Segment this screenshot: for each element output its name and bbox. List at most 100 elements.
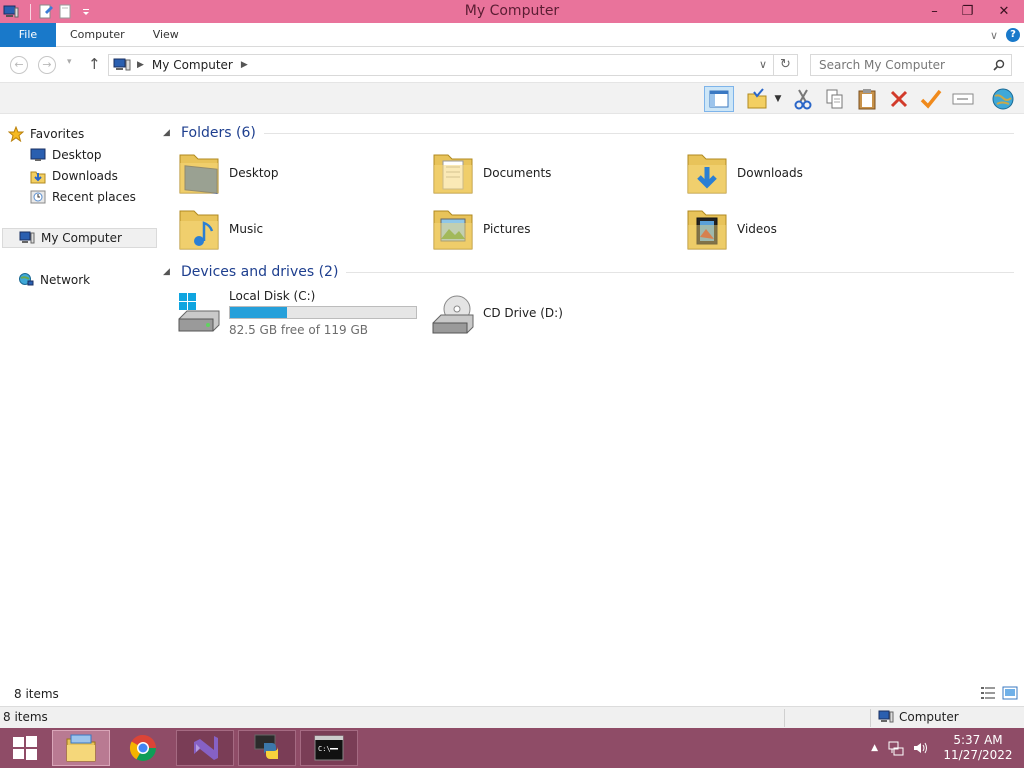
sidebar-item-favorites[interactable]: Favorites [8, 124, 84, 144]
copy-button[interactable] [822, 86, 848, 112]
svg-text:C:\: C:\ [318, 745, 331, 753]
recent-locations-icon[interactable]: ▾ [67, 57, 72, 67]
show-hidden-icons-icon[interactable]: ▲ [871, 743, 878, 753]
delete-button[interactable] [886, 86, 912, 112]
sidebar-item-label: Desktop [52, 148, 102, 162]
tab-file[interactable]: File [0, 22, 56, 47]
sidebar-item-network[interactable]: Network [18, 270, 90, 290]
folder-tile-music[interactable]: Music [177, 203, 417, 255]
pictures-folder-icon [433, 210, 473, 250]
collapse-triangle-icon[interactable]: ◢ [163, 128, 181, 138]
details-status-bar: 8 items [0, 684, 1024, 706]
hard-disk-icon [178, 293, 220, 332]
file-explorer-icon [66, 734, 96, 762]
drive-tile-c[interactable]: Local Disk (C:) 82.5 GB free of 119 GB [177, 287, 427, 339]
folders-group-header[interactable]: ◢ Folders (6) [163, 123, 1014, 143]
network-icon [18, 272, 34, 288]
accept-button[interactable] [918, 86, 944, 112]
cut-button[interactable] [790, 86, 816, 112]
toolbar-dropdown-icon[interactable]: ▼ [770, 86, 786, 112]
address-dropdown-icon[interactable]: ∨ [759, 58, 767, 71]
windows-logo-icon [13, 736, 37, 760]
tile-label: Documents [483, 166, 552, 180]
chrome-icon [129, 734, 157, 762]
details-view-icon[interactable] [980, 686, 996, 703]
cd-drive-icon [432, 295, 474, 334]
rename-button[interactable] [950, 86, 976, 112]
properties-toolbar-button[interactable] [744, 86, 770, 112]
navigation-pane: Favorites Desktop Downloads Recent place… [0, 115, 160, 705]
up-arrow-icon[interactable]: ↑ [88, 55, 101, 73]
start-button[interactable] [0, 730, 50, 766]
volume-icon[interactable] [912, 740, 928, 756]
taskbar: C:\ ▲ 5:37 AM 11/27/2022 [0, 728, 1024, 768]
computer-zone-label: Computer [899, 710, 959, 724]
refresh-button[interactable]: ↻ [774, 54, 798, 76]
forward-button[interactable]: → [38, 56, 56, 74]
devices-header-title: Devices and drives (2) [181, 264, 339, 280]
folder-tile-documents[interactable]: Documents [431, 147, 671, 199]
devices-group-header[interactable]: ◢ Devices and drives (2) [163, 262, 1014, 282]
large-icons-view-icon[interactable] [1002, 686, 1018, 703]
minimize-button[interactable]: – [918, 0, 951, 23]
title-bar: My Computer – ❐ ✕ [0, 0, 1024, 23]
search-input[interactable]: Search My Computer [810, 54, 1012, 76]
expand-ribbon-icon[interactable]: ∨ [990, 29, 998, 42]
folder-tile-desktop[interactable]: Desktop [177, 147, 417, 199]
network-tray-icon[interactable] [888, 740, 904, 756]
paste-button[interactable] [854, 86, 880, 112]
status-divider [870, 709, 871, 727]
tab-view[interactable]: View [139, 23, 193, 47]
sidebar-item-recent-places[interactable]: Recent places [30, 187, 136, 207]
drive-tile-d[interactable]: CD Drive (D:) [431, 287, 671, 339]
folder-tile-pictures[interactable]: Pictures [431, 203, 671, 255]
customize-qat-icon[interactable] [77, 3, 95, 21]
breadcrumb-chevron-icon[interactable]: ▶ [241, 60, 248, 70]
taskbar-python[interactable] [238, 730, 296, 766]
folder-tile-videos[interactable]: Videos [685, 203, 925, 255]
command-prompt-icon: C:\ [314, 735, 344, 761]
sidebar-item-label: Favorites [30, 127, 85, 141]
tile-label: Desktop [229, 166, 279, 180]
preview-pane-icon [709, 90, 729, 108]
taskbar-command-prompt[interactable]: C:\ [300, 730, 358, 766]
properties-icon[interactable] [37, 3, 55, 21]
rename-icon [952, 93, 974, 105]
new-folder-icon[interactable] [57, 3, 75, 21]
preview-pane-button[interactable] [704, 86, 734, 112]
tab-computer[interactable]: Computer [56, 23, 139, 47]
group-divider [346, 271, 1014, 273]
ribbon-right: ∨ ? [990, 23, 1020, 47]
delete-x-icon [890, 90, 908, 108]
clock-time: 5:37 AM [953, 733, 1003, 747]
help-icon[interactable]: ? [1006, 28, 1020, 42]
back-button[interactable]: ← [10, 56, 28, 74]
refresh-icon: ↻ [780, 57, 791, 72]
folders-header-title: Folders (6) [181, 125, 256, 141]
restore-button[interactable]: ❐ [951, 0, 984, 23]
taskbar-chrome[interactable] [114, 730, 172, 766]
computer-icon [19, 230, 35, 246]
visual-studio-icon [194, 736, 218, 760]
taskbar-visual-studio[interactable] [176, 730, 234, 766]
sidebar-item-downloads[interactable]: Downloads [30, 166, 118, 186]
checkmark-icon [920, 89, 942, 109]
sidebar-item-my-computer[interactable]: My Computer [2, 228, 157, 248]
system-tray: ▲ 5:37 AM 11/27/2022 [871, 728, 1024, 768]
quick-access-toolbar [0, 0, 97, 23]
breadcrumb-separator-icon[interactable]: ▶ [137, 60, 144, 70]
taskbar-clock[interactable]: 5:37 AM 11/27/2022 [942, 733, 1014, 763]
disk-usage-fill [230, 307, 288, 318]
collapse-triangle-icon[interactable]: ◢ [163, 267, 181, 277]
web-button[interactable] [990, 86, 1016, 112]
close-button[interactable]: ✕ [984, 0, 1024, 23]
globe-icon [992, 88, 1014, 110]
search-icon[interactable] [993, 57, 1005, 77]
taskbar-file-explorer[interactable] [52, 730, 110, 766]
breadcrumb[interactable]: My Computer [152, 58, 233, 72]
folder-tile-downloads[interactable]: Downloads [685, 147, 925, 199]
address-bar[interactable]: ▶ My Computer ▶ ∨ [108, 54, 774, 76]
sidebar-item-desktop[interactable]: Desktop [30, 145, 102, 165]
tile-label: Downloads [737, 166, 803, 180]
computer-app-icon[interactable] [2, 3, 20, 21]
